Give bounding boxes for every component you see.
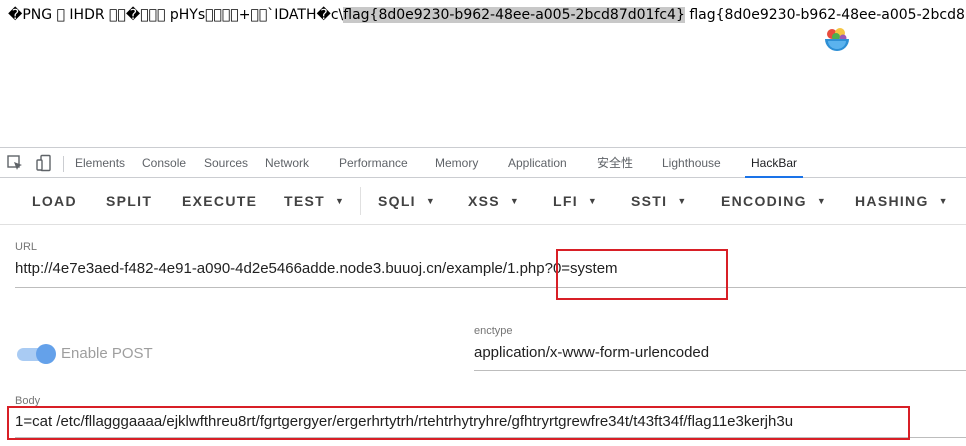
response-binary-text: �PNG   IHDR   �    pHYs    +  `IDATH�c\ (8, 7, 344, 23)
selected-flag-text[interactable]: flag{8d0e9230-b962-48ee-a005-2bcd87d01fc… (343, 7, 685, 23)
response-flag-text: flag{8d0e9230-b962-48ee-a005-2bcd87d01fc… (689, 7, 966, 23)
chevron-down-icon: ▼ (587, 196, 597, 206)
enctype-select[interactable]: application/x-www-form-urlencoded (474, 344, 709, 361)
body-underline (15, 437, 966, 438)
xss-button-label: XSS (468, 193, 500, 209)
test-button[interactable]: TEST ▼ (284, 191, 344, 211)
hashing-button[interactable]: HASHING ▼ (855, 191, 948, 211)
body-label: Body (15, 395, 41, 407)
ssti-button[interactable]: SSTI ▼ (631, 191, 686, 211)
tab-console[interactable]: Console (142, 148, 186, 178)
enable-post-toggle[interactable] (17, 344, 56, 364)
toggle-knob (36, 344, 56, 364)
tab-elements[interactable]: Elements (75, 148, 125, 178)
xss-button[interactable]: XSS ▼ (468, 191, 519, 211)
chevron-down-icon: ▼ (425, 196, 435, 206)
encoding-button-label: ENCODING (721, 193, 807, 209)
hackbar-toolbar: LOAD SPLIT EXECUTE TEST ▼ SQLI ▼ XSS ▼ LFI ▼… (0, 179, 966, 225)
execute-button[interactable]: EXECUTE (182, 191, 257, 211)
lfi-button-label: LFI (553, 193, 578, 209)
url-input[interactable]: http://4e7e3aed-f482-4e91-a090-4d2e5466a… (15, 260, 618, 277)
inspect-element-icon[interactable] (6, 154, 24, 172)
devtools-tab-bar: Elements Console Sources Network Perform… (0, 147, 966, 178)
tab-performance[interactable]: Performance (339, 148, 408, 178)
sqli-button[interactable]: SQLI ▼ (378, 191, 435, 211)
tab-sources[interactable]: Sources (204, 148, 248, 178)
enctype-underline (474, 370, 966, 371)
chevron-down-icon: ▼ (938, 196, 948, 206)
lfi-button[interactable]: LFI ▼ (553, 191, 597, 211)
chevron-down-icon: ▼ (816, 196, 826, 206)
fruit-bowl-icon (825, 28, 849, 51)
chevron-down-icon: ▼ (509, 196, 519, 206)
toolbar-separator (360, 187, 361, 215)
tab-memory[interactable]: Memory (435, 148, 478, 178)
tab-lighthouse[interactable]: Lighthouse (662, 148, 721, 178)
load-button[interactable]: LOAD (32, 191, 77, 211)
encoding-button[interactable]: ENCODING ▼ (721, 191, 826, 211)
url-label: URL (15, 241, 38, 253)
devtools-tab-separator (63, 156, 64, 172)
page-response-text: �PNG   IHDR   �    pHYs    +  `IDATH�c\f… (8, 4, 966, 26)
ssti-button-label: SSTI (631, 193, 668, 209)
hashing-button-label: HASHING (855, 193, 929, 209)
url-underline (15, 287, 966, 288)
sqli-button-label: SQLI (378, 193, 416, 209)
enable-post-label: Enable POST (61, 345, 153, 362)
chevron-down-icon: ▼ (677, 196, 687, 206)
test-button-label: TEST (284, 193, 325, 209)
split-button[interactable]: SPLIT (106, 191, 152, 211)
tab-security[interactable]: 安全性 (597, 148, 633, 178)
tab-hackbar[interactable]: HackBar (744, 148, 804, 178)
tab-application[interactable]: Application (508, 148, 567, 178)
body-input[interactable]: 1=cat /etc/fllagggaaaa/ejklwfthreu8rt/fg… (15, 413, 793, 430)
devtools-panel: Elements Console Sources Network Perform… (0, 147, 966, 446)
device-toolbar-icon[interactable] (35, 154, 53, 172)
enctype-label: enctype (474, 325, 513, 337)
chevron-down-icon: ▼ (334, 196, 344, 206)
tab-network[interactable]: Network (265, 148, 309, 178)
